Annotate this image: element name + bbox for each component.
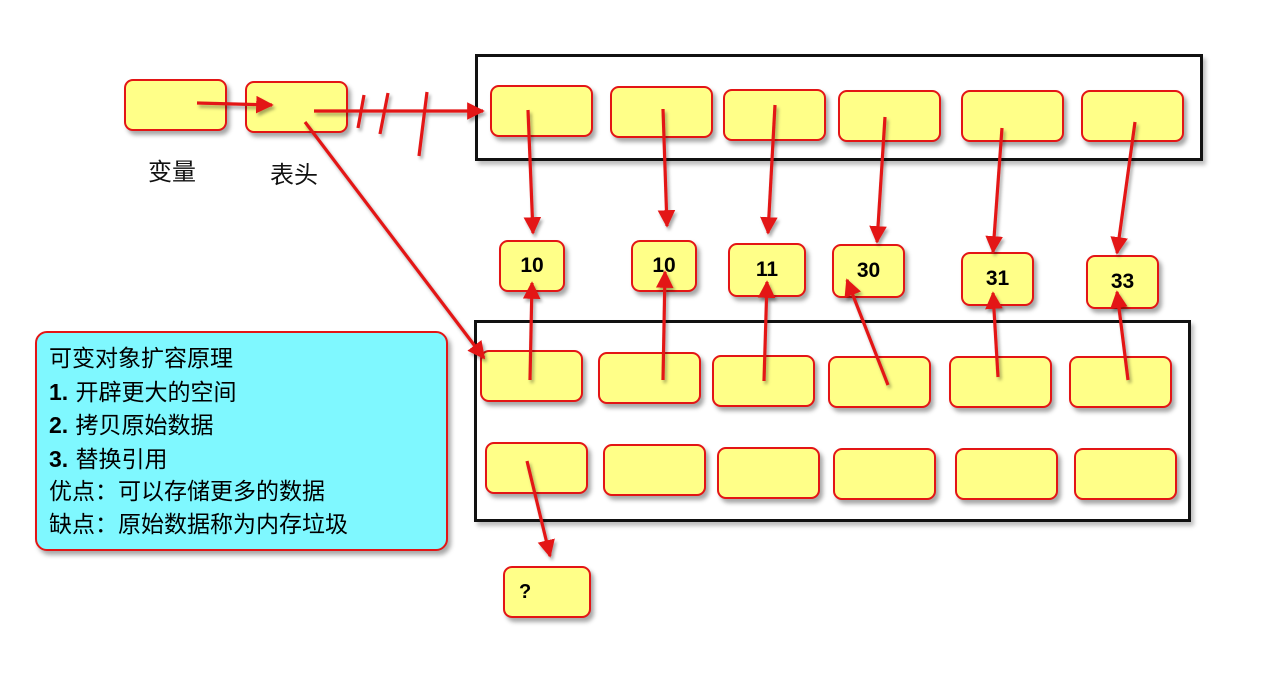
diagram: 变量 表头 10 10 11 30 31 33 ? 可变对象扩容原理 1. 开辟… xyxy=(0,0,1262,673)
head-label: 表头 xyxy=(270,161,318,189)
cross-mark xyxy=(378,92,390,135)
head-box xyxy=(245,81,348,133)
note-cons: 缺点：原始数据称为内存垃圾 xyxy=(49,511,348,538)
variable-label: 变量 xyxy=(148,158,196,186)
new-cell xyxy=(1069,356,1172,408)
value-box: 10 xyxy=(631,240,697,292)
note-pros: 优点：可以存储更多的数据 xyxy=(49,479,325,505)
step-number: 3. xyxy=(49,445,69,472)
new-cell xyxy=(603,444,706,496)
step-number: 1. xyxy=(49,378,69,405)
cross-mark xyxy=(417,91,429,157)
old-cell xyxy=(1081,90,1184,142)
old-cell xyxy=(838,90,941,142)
old-cell xyxy=(490,85,593,137)
new-cell xyxy=(485,442,588,494)
new-cell xyxy=(717,447,820,499)
value-box: 33 xyxy=(1086,255,1159,309)
new-cell xyxy=(833,448,936,500)
cross-mark xyxy=(356,94,366,129)
old-cell xyxy=(961,90,1064,142)
old-cell xyxy=(610,86,713,138)
new-cell xyxy=(955,448,1058,500)
note-title: 可变对象扩容原理 xyxy=(49,346,233,372)
value-box: 10 xyxy=(499,240,565,292)
step-text: 开辟更大的空间 xyxy=(68,379,237,406)
step-number: 2. xyxy=(49,412,69,438)
value-box: 11 xyxy=(728,243,806,297)
value-box: 31 xyxy=(961,252,1034,306)
step-text: 拷贝原始数据 xyxy=(68,413,214,439)
note-step-2: 2. 拷贝原始数据 xyxy=(49,409,436,443)
new-cell xyxy=(828,356,931,408)
value-box: 30 xyxy=(832,244,905,298)
note-step-1: 1. 开辟更大的空间 xyxy=(49,376,436,410)
new-cell xyxy=(1074,448,1177,500)
new-cell xyxy=(480,350,583,402)
arrow xyxy=(303,121,486,360)
new-cell xyxy=(712,355,815,407)
new-cell xyxy=(949,356,1052,408)
old-cell xyxy=(723,89,826,141)
step-text: 替换引用 xyxy=(68,446,168,473)
unknown-value-box: ? xyxy=(503,566,591,618)
explanation-note: 可变对象扩容原理 1. 开辟更大的空间 2. 拷贝原始数据 3. 替换引用 优点… xyxy=(35,331,448,551)
new-cell xyxy=(598,352,701,404)
note-step-3: 3. 替换引用 xyxy=(49,443,436,477)
variable-box xyxy=(124,79,227,131)
